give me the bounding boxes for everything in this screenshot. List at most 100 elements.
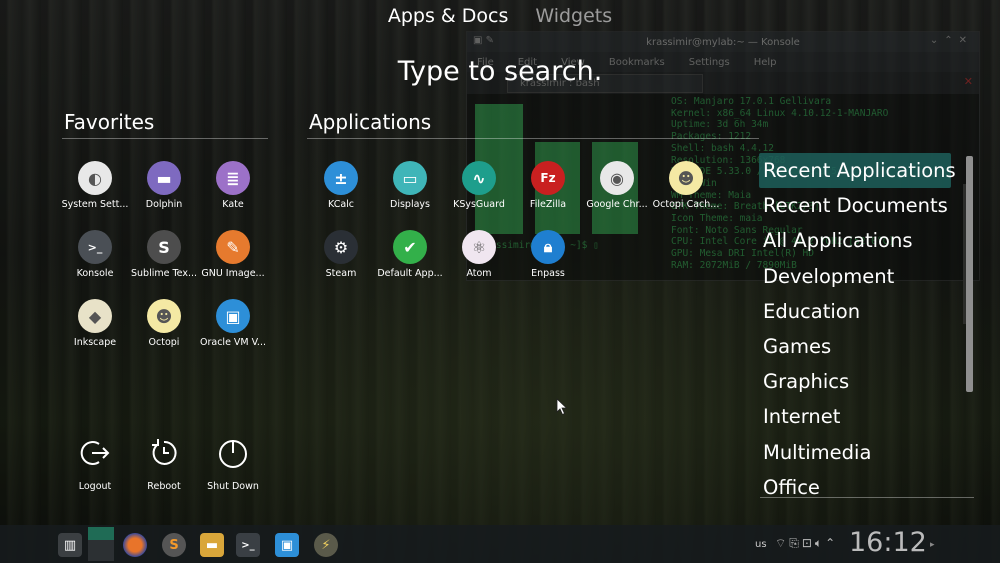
app-tile-label: Displays [390,199,430,210]
firefox-icon[interactable] [123,533,147,557]
category-scrollbar[interactable] [966,156,973,392]
virtualbox-taskbar-icon[interactable]: ▣ [275,533,299,557]
pulse-icon: ∿ [462,161,496,195]
app-tile-label: KCalc [327,199,355,210]
gimp-icon: ✎ [216,230,250,264]
keyboard-layout[interactable]: us [755,539,767,550]
reboot-button[interactable]: Reboot [130,437,198,492]
octopi-cache-icon: ☻ [669,161,703,195]
category-item[interactable]: Internet [759,399,959,434]
calculator-icon: ± [324,161,358,195]
app-tile-label: Dolphin [145,199,183,210]
logout-label: Logout [78,481,112,492]
app-tile[interactable]: ▭ Displays [376,161,444,210]
reboot-icon [152,439,177,465]
document-icon: ≣ [216,161,250,195]
app-tile-label: System Sett... [61,199,129,210]
app-tile-label: Octopi Cach... [652,199,720,210]
logout-icon [80,441,110,465]
dolphin-taskbar-icon[interactable]: ▬ [200,533,224,557]
sublime-taskbar-icon[interactable]: S [162,533,186,557]
app-tile-label: Enpass [531,268,565,279]
category-item[interactable]: All Applications [759,223,959,258]
favorites-title: Favorites [64,110,155,134]
category-list: Recent Applications Recent Documents All A… [759,153,959,505]
app-tile[interactable]: ⚙ Steam [307,230,375,279]
app-tile-label: FileZilla [529,199,567,210]
app-tile-label: Kate [222,199,244,210]
mouse-cursor-icon [556,398,568,416]
terminal-icon: >_ [78,230,112,264]
power-icon [219,440,247,468]
konsole-taskbar-icon[interactable]: >_ [236,533,260,557]
panel-options-icon[interactable]: ▸ [930,540,935,550]
launcher-tabs: Apps & Docs Widgets [0,5,1000,27]
app-tile-label: Default App... [377,268,443,279]
shutdown-button[interactable]: Shut Down [199,437,267,492]
app-tile[interactable]: ▬ Dolphin [130,161,198,210]
pager-icon[interactable] [88,527,114,561]
app-tile[interactable]: ▣ Oracle VM V... [199,299,267,348]
app-tile-label: Sublime Tex... [130,268,198,279]
shutdown-label: Shut Down [207,481,259,492]
app-tile-label: Steam [325,268,357,279]
app-tile[interactable]: S Sublime Tex... [130,230,198,279]
inkscape-icon: ◆ [78,299,112,333]
tab-apps-docs[interactable]: Apps & Docs [388,5,509,27]
filezilla-icon: Fz [531,161,565,195]
app-tile[interactable]: Fz FileZilla [514,161,582,210]
favorites-divider [62,138,268,139]
clock[interactable]: 16:12 [849,527,927,558]
search-hint[interactable]: Type to search. [0,56,1000,87]
folder-icon: ▬ [147,161,181,195]
app-tile-label: Octopi [148,337,180,348]
monitor-icon: ▭ [393,161,427,195]
app-tile[interactable]: ∿ KSysGuard [445,161,513,210]
octopi-icon: ☻ [147,299,181,333]
steam-icon: ⚙ [324,230,358,264]
app-tile[interactable]: ⚛ Atom [445,230,513,279]
app-tile-label: GNU Image... [201,268,265,279]
app-tile[interactable]: 🔒︎ Enpass [514,230,582,279]
tab-widgets[interactable]: Widgets [535,5,612,27]
category-item[interactable]: Multimedia [759,435,959,470]
app-tile-label: Oracle VM V... [200,337,266,348]
applications-title: Applications [309,110,432,134]
app-tile[interactable]: ☻ Octopi Cach... [652,161,720,210]
app-tile[interactable]: ◆ Inkscape [61,299,129,348]
app-tile[interactable]: ◉ Google Chr... [583,161,651,210]
category-item[interactable]: Recent Documents [759,188,959,223]
category-item[interactable]: Development [759,259,959,294]
app-tile[interactable]: ◐ System Sett... [61,161,129,210]
category-item[interactable]: Recent Applications [759,153,956,189]
category-item[interactable]: Office [759,470,959,505]
app-tile[interactable]: ± KCalc [307,161,375,210]
app-tile-label: Atom [466,268,492,279]
logout-button[interactable]: Logout [61,437,129,492]
app-tile[interactable]: ≣ Kate [199,161,267,210]
app-tile-label: Inkscape [73,337,117,348]
category-item[interactable]: Games [759,329,959,364]
category-item[interactable]: Education [759,294,959,329]
check-icon: ✔ [393,230,427,264]
app-tile[interactable]: ✎ GNU Image... [199,230,267,279]
app-tile[interactable]: >_ Konsole [61,230,129,279]
app-tile[interactable]: ☻ Octopi [130,299,198,348]
reboot-label: Reboot [147,481,181,492]
category-divider [760,497,974,498]
toggle-icon: ◐ [78,161,112,195]
app-launcher-icon[interactable]: ▥ [58,533,82,557]
category-item[interactable]: Graphics [759,364,959,399]
app-tile-label: KSysGuard [453,199,505,210]
lock-icon: 🔒︎ [531,230,565,264]
atom-icon: ⚛ [462,230,496,264]
app-tile-label: Konsole [76,268,114,279]
applications-divider [307,138,759,139]
app-tile[interactable]: ✔ Default App... [376,230,444,279]
virtualbox-icon: ▣ [216,299,250,333]
sublime-icon: S [147,230,181,264]
app-tile-label: Google Chr... [586,199,648,210]
system-tray-icons[interactable]: ⌔⎘⊡🔈︎⌃ [775,536,838,551]
octopi-taskbar-icon[interactable]: ⚡ [314,533,338,557]
chrome-icon: ◉ [600,161,634,195]
